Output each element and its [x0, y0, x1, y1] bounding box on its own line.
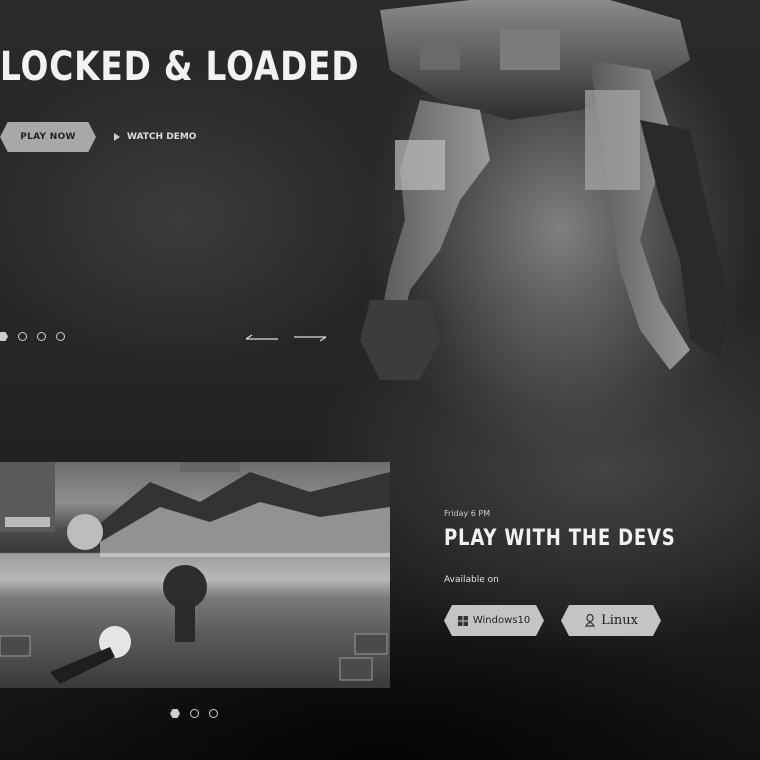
gallery-dot[interactable]	[190, 709, 199, 718]
watch-demo-label: WATCH DEMO	[127, 132, 197, 142]
linux-icon	[585, 614, 596, 627]
mech-robot-image	[360, 0, 730, 380]
watch-demo-link[interactable]: WATCH DEMO	[114, 130, 196, 144]
slide-dot[interactable]	[18, 332, 27, 341]
gallery-dot[interactable]	[209, 709, 218, 718]
windows-label: Windows10	[472, 615, 531, 626]
play-icon	[114, 133, 120, 141]
play-now-button[interactable]: PLAY NOW	[0, 122, 96, 152]
gallery-dot-active[interactable]	[170, 709, 180, 718]
hero-slider-pagination	[0, 332, 65, 341]
slide-dot[interactable]	[37, 332, 46, 341]
available-on-label: Available on	[444, 575, 499, 585]
linux-label: Linux	[601, 613, 638, 628]
gameplay-scene	[0, 462, 390, 684]
prev-arrow-icon[interactable]	[244, 333, 278, 343]
event-time: Friday 6 PM	[444, 509, 491, 518]
gameplay-screenshot	[0, 462, 390, 688]
slide-dot-active[interactable]	[0, 332, 8, 341]
windows-icon	[457, 615, 468, 626]
windows-button[interactable]: Windows10	[444, 605, 544, 636]
event-block: Friday 6 PM PLAY WITH THE DEVS	[444, 509, 726, 551]
linux-button[interactable]: Linux	[561, 605, 661, 636]
event-title: PLAY WITH THE DEVS	[444, 526, 676, 551]
gallery-pagination	[170, 709, 218, 718]
hero-title: LOCKED & LOADED	[0, 44, 360, 90]
next-arrow-icon[interactable]	[294, 333, 328, 343]
slide-dot[interactable]	[56, 332, 65, 341]
